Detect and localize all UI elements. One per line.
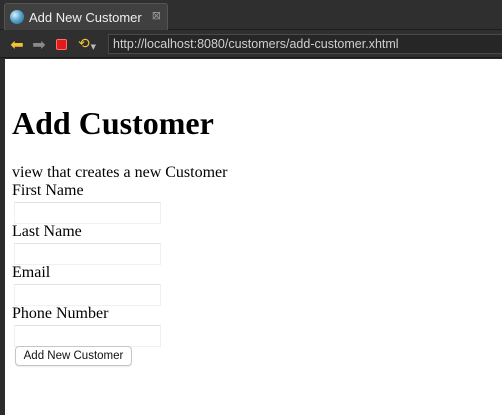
globe-icon bbox=[10, 10, 24, 24]
last-name-input[interactable] bbox=[14, 243, 161, 265]
add-new-customer-button[interactable]: Add New Customer bbox=[15, 346, 132, 366]
phone-number-label: Phone Number bbox=[12, 305, 109, 322]
tab-add-new-customer[interactable]: Add New Customer ⊠ bbox=[4, 3, 168, 30]
last-name-label: Last Name bbox=[12, 223, 82, 240]
close-icon[interactable]: ⊠ bbox=[152, 10, 161, 22]
page-viewport: Add Customer view that creates a new Cus… bbox=[5, 59, 502, 415]
tab-title: Add New Customer bbox=[29, 9, 142, 25]
refresh-icon: ⟲ bbox=[77, 36, 90, 52]
url-text: http://localhost:8080/customers/add-cust… bbox=[113, 37, 399, 51]
tab-strip: Add New Customer ⊠ bbox=[0, 0, 502, 30]
stop-icon[interactable] bbox=[54, 35, 68, 53]
page-description: view that creates a new Customer bbox=[12, 164, 228, 181]
first-name-input[interactable] bbox=[14, 202, 161, 224]
forward-arrow-icon[interactable]: ➡ bbox=[31, 35, 47, 54]
email-input[interactable] bbox=[14, 284, 161, 306]
first-name-label: First Name bbox=[12, 182, 84, 199]
email-label: Email bbox=[12, 264, 51, 281]
refresh-button[interactable]: ⟲ ▼ bbox=[76, 35, 98, 53]
back-arrow-icon[interactable]: ⬅ bbox=[9, 35, 25, 54]
address-bar[interactable]: http://localhost:8080/customers/add-cust… bbox=[108, 34, 502, 54]
phone-number-input[interactable] bbox=[14, 325, 161, 347]
page-title: Add Customer bbox=[12, 105, 214, 141]
chevron-down-icon: ▼ bbox=[90, 43, 97, 51]
stop-square bbox=[55, 38, 67, 50]
